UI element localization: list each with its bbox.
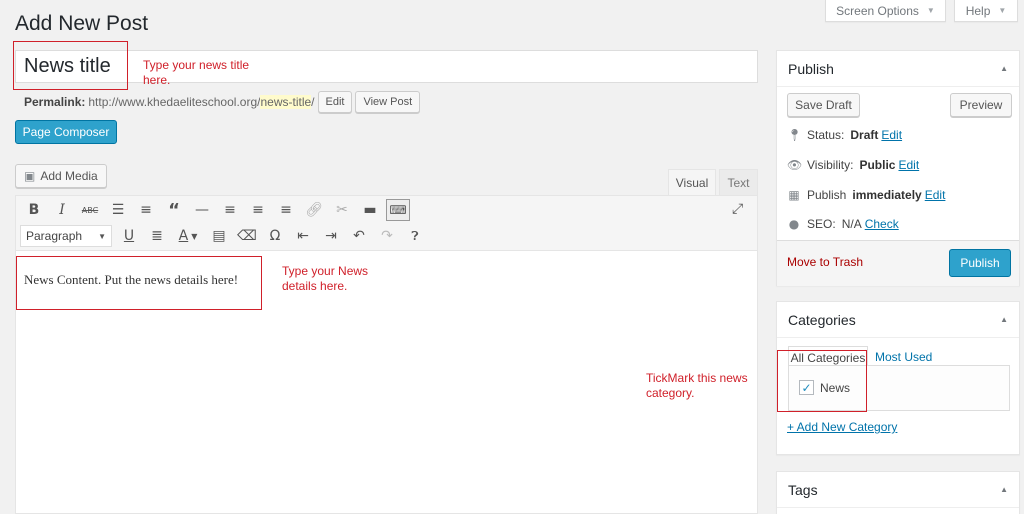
- save-draft-button[interactable]: Save Draft: [787, 93, 860, 117]
- strikethrough-icon[interactable]: ABC: [76, 198, 104, 222]
- tab-visual[interactable]: Visual: [668, 169, 716, 195]
- publish-box: Publish ▲ Save Draft Preview 📍︎ Status: …: [776, 50, 1020, 286]
- publish-actions: Move to Trash Publish: [777, 240, 1019, 286]
- schedule-label: Publish: [807, 188, 847, 202]
- permalink-row: Permalink: http://www.khedaeliteschool.o…: [24, 91, 421, 113]
- format-select[interactable]: Paragraph ▼: [20, 225, 112, 247]
- categories-box-header[interactable]: Categories ▲: [777, 302, 1019, 338]
- triangle-down-icon: ▼: [926, 6, 935, 15]
- editor-toolbar: B I ABC ☰ ≡ “ — ≡ ≡ ≡ 🔗︎ ✂ ▬ ⌨ Paragraph…: [15, 195, 758, 251]
- tags-heading: Tags: [788, 481, 818, 498]
- page-title: Add New Post: [15, 12, 149, 35]
- status-row: 📍︎ Status: Draft Edit: [787, 128, 902, 142]
- publish-button[interactable]: Publish: [949, 249, 1011, 277]
- paste-text-icon[interactable]: ▤: [205, 224, 233, 248]
- pin-icon: 📍︎: [787, 128, 803, 142]
- add-media-label: Add Media: [40, 169, 98, 183]
- category-annotation: TickMark this news category.: [646, 371, 748, 400]
- italic-icon[interactable]: I: [48, 198, 76, 222]
- undo-icon[interactable]: ↶: [345, 224, 373, 248]
- status-label: Status:: [807, 128, 845, 142]
- screen-options-label: Screen Options: [836, 3, 919, 18]
- publish-box-header[interactable]: Publish ▲: [777, 51, 1019, 87]
- visibility-edit-link[interactable]: Edit: [898, 158, 919, 172]
- clear-formatting-icon[interactable]: ⌫: [233, 224, 261, 248]
- help-label: Help: [965, 3, 991, 18]
- bold-icon[interactable]: B: [20, 198, 48, 222]
- align-left-icon[interactable]: ≡: [216, 198, 244, 222]
- help-circle-icon[interactable]: ❓︎: [401, 224, 429, 248]
- category-highlight-box: [777, 350, 867, 412]
- add-new-category-link[interactable]: + Add New Category: [787, 420, 897, 434]
- unlink-icon[interactable]: ✂: [328, 198, 356, 222]
- seo-row: ● SEO: N/A Check: [787, 217, 899, 231]
- visibility-row: 👁︎ Visibility: Public Edit: [787, 158, 919, 172]
- redo-icon[interactable]: ↷: [373, 224, 401, 248]
- visibility-label: Visibility:: [807, 158, 854, 172]
- status-value: Draft: [850, 128, 879, 142]
- horizontal-line-icon[interactable]: —: [188, 198, 216, 222]
- screen-options-tab[interactable]: Screen Options ▼: [825, 0, 946, 22]
- chevron-down-icon: ▼: [98, 231, 106, 241]
- title-highlight-box: [13, 41, 128, 90]
- permalink-label: Permalink:: [24, 95, 86, 109]
- circle-icon: ●: [788, 217, 800, 231]
- collapse-arrow-icon[interactable]: ▲: [1000, 315, 1008, 324]
- align-right-icon[interactable]: ≡: [272, 198, 300, 222]
- permalink-trailing: /: [311, 95, 315, 109]
- add-media-button[interactable]: ▣ Add Media: [15, 164, 107, 188]
- status-edit-link[interactable]: Edit: [881, 128, 902, 142]
- schedule-edit-link[interactable]: Edit: [925, 188, 946, 202]
- permalink-edit-button[interactable]: Edit: [317, 91, 353, 113]
- content-highlight-box: [16, 256, 262, 310]
- triangle-down-icon: ▼: [998, 6, 1007, 15]
- toolbar-toggle-icon[interactable]: ⌨: [386, 199, 410, 221]
- seo-label: SEO:: [807, 217, 836, 231]
- permalink-base: http://www.khedaeliteschool.org/: [88, 95, 261, 109]
- page-composer-button[interactable]: Page Composer: [15, 120, 117, 144]
- permalink-slug[interactable]: news-title: [260, 95, 312, 109]
- help-tab[interactable]: Help ▼: [954, 0, 1018, 22]
- seo-check-link[interactable]: Check: [865, 217, 899, 231]
- schedule-value: immediately: [852, 188, 922, 202]
- align-center-icon[interactable]: ≡: [244, 198, 272, 222]
- special-character-icon[interactable]: Ω: [261, 224, 289, 248]
- title-annotation: Type your news title here.: [143, 58, 250, 87]
- text-color-icon[interactable]: A ▼: [171, 224, 205, 248]
- tags-box-header[interactable]: Tags ▲: [777, 472, 1019, 508]
- numbered-list-icon[interactable]: ≡: [132, 198, 160, 222]
- collapse-arrow-icon[interactable]: ▲: [1000, 485, 1008, 494]
- tags-box: Tags ▲: [776, 471, 1020, 514]
- indent-icon[interactable]: ⇥: [317, 224, 345, 248]
- outdent-icon[interactable]: ⇤: [289, 224, 317, 248]
- justify-icon[interactable]: ≣: [143, 224, 171, 248]
- visibility-value: Public: [859, 158, 896, 172]
- read-more-icon[interactable]: ▬: [356, 198, 384, 222]
- preview-button[interactable]: Preview: [950, 93, 1012, 117]
- collapse-arrow-icon[interactable]: ▲: [1000, 64, 1008, 73]
- bullet-list-icon[interactable]: ☰: [104, 198, 132, 222]
- tab-text[interactable]: Text: [719, 169, 758, 195]
- eye-icon: 👁︎: [787, 158, 803, 172]
- categories-heading: Categories: [788, 311, 856, 328]
- seo-value: N/A: [841, 217, 862, 231]
- link-icon[interactable]: 🔗︎: [300, 198, 328, 222]
- fullscreen-icon[interactable]: ⤢: [732, 200, 743, 217]
- format-select-value: Paragraph: [26, 229, 83, 243]
- underline-icon[interactable]: U: [115, 224, 143, 248]
- media-icon: ▣: [24, 169, 36, 183]
- move-to-trash-link[interactable]: Move to Trash: [787, 255, 863, 269]
- schedule-row: ▦ Publish immediately Edit: [787, 188, 945, 202]
- content-annotation: Type your News details here.: [282, 264, 369, 293]
- publish-heading: Publish: [788, 60, 834, 77]
- blockquote-icon[interactable]: “: [160, 198, 188, 222]
- calendar-icon: ▦: [788, 188, 800, 202]
- view-post-button[interactable]: View Post: [355, 91, 421, 113]
